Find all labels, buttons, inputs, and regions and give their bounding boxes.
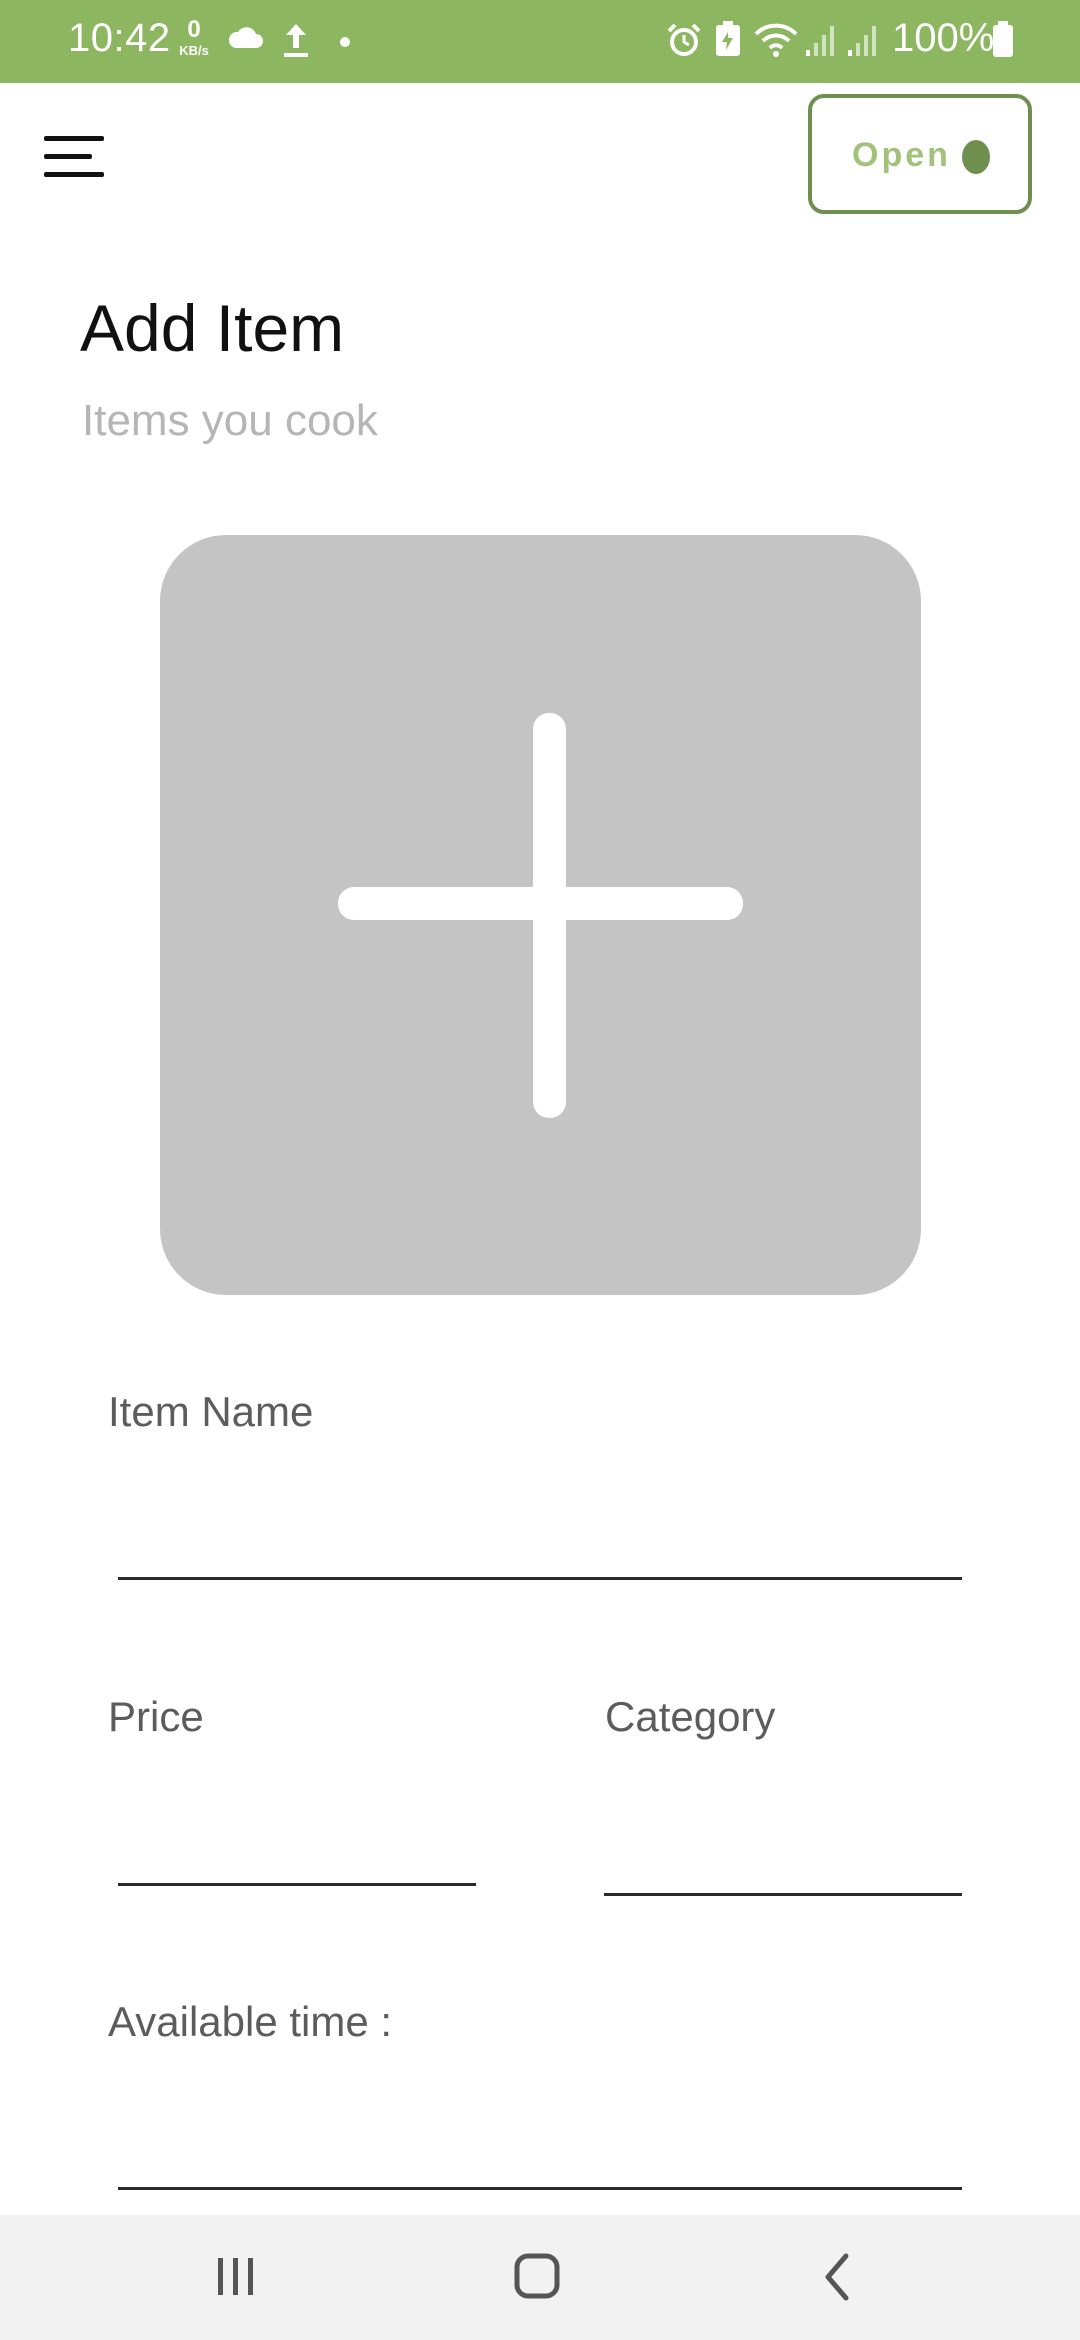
- network-speed: 0 KB/s: [173, 16, 215, 58]
- signal-1-icon: [804, 22, 838, 63]
- menu-line: [44, 136, 104, 141]
- category-label: Category: [605, 1693, 776, 1740]
- hamburger-menu-icon[interactable]: [40, 128, 110, 188]
- alarm-icon: [666, 22, 702, 63]
- network-speed-unit: KB/s: [179, 43, 209, 58]
- plus-icon-bar: [338, 887, 743, 920]
- back-icon[interactable]: [778, 2235, 898, 2319]
- open-status-label: Open: [852, 136, 951, 174]
- status-bar: 10:42 0 KB/s 100%: [0, 0, 1080, 83]
- category-input[interactable]: [604, 1836, 962, 1896]
- battery-percentage: 100%: [892, 16, 995, 60]
- network-speed-value: 0: [187, 16, 201, 43]
- item-name-label: Item Name: [108, 1388, 314, 1435]
- price-input[interactable]: [118, 1826, 476, 1886]
- battery-icon: [992, 20, 1014, 63]
- upload-icon: [282, 22, 310, 63]
- open-status-toggle[interactable]: Open: [808, 94, 1032, 214]
- status-time: 10:42: [68, 16, 171, 60]
- system-nav-bar: [0, 2215, 1080, 2340]
- available-time-input[interactable]: [118, 2130, 962, 2190]
- add-image-button[interactable]: [160, 535, 921, 1295]
- price-label: Price: [108, 1693, 204, 1740]
- notification-dot-icon: [340, 34, 350, 52]
- cloud-icon: [226, 26, 264, 55]
- page-title: Add Item: [80, 291, 345, 365]
- wifi-icon: [754, 22, 798, 63]
- home-icon[interactable]: [476, 2235, 596, 2319]
- signal-2-icon: [846, 22, 880, 63]
- recents-icon[interactable]: [175, 2235, 295, 2319]
- menu-line: [44, 154, 92, 159]
- page-subtitle: Items you cook: [82, 396, 378, 445]
- battery-saver-icon: [714, 20, 742, 63]
- menu-line: [44, 172, 104, 177]
- item-name-input[interactable]: [118, 1520, 962, 1580]
- available-time-label: Available time :: [108, 1998, 393, 2045]
- status-dot-icon: [962, 140, 990, 174]
